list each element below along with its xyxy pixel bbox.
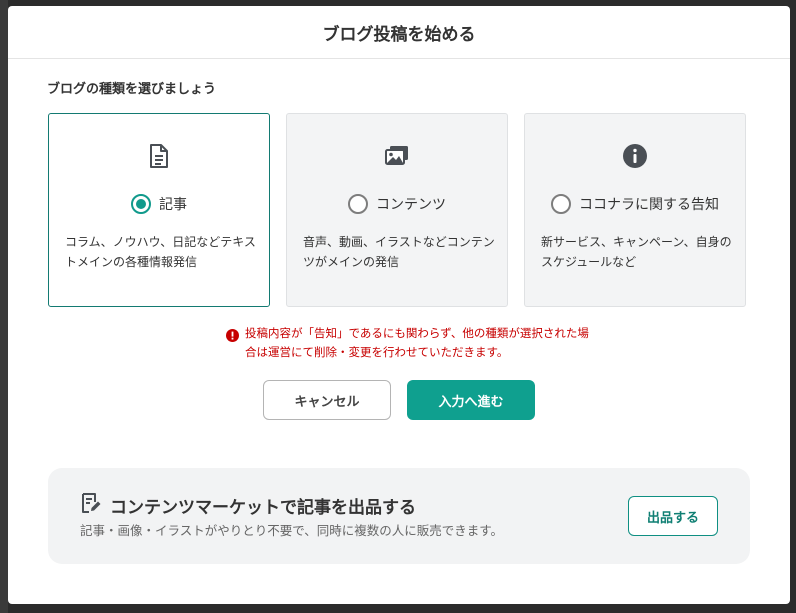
radio-row-content: コンテンツ — [287, 194, 507, 214]
edit-document-icon — [80, 492, 102, 518]
blog-type-card-article[interactable]: 記事 コラム、ノウハウ、日記などテキストメインの各種情報発信 — [48, 113, 270, 307]
proceed-to-input-button[interactable]: 入力へ進む — [407, 380, 535, 420]
blog-type-options: 記事 コラム、ノウハウ、日記などテキストメインの各種情報発信 コンテンツ 音声、… — [48, 113, 746, 307]
blog-type-description: 新サービス、キャンペーン、自身のスケジュールなど — [541, 235, 732, 269]
radio-content[interactable] — [348, 194, 368, 214]
blog-type-description: 音声、動画、イラストなどコンテンツがメインの発信 — [303, 235, 495, 269]
radio-row-announcement: ココナラに関する告知 — [525, 194, 745, 214]
promo-subtitle: 記事・画像・イラストがやりとり不要で、同時に複数の人に販売できます。 — [80, 523, 504, 538]
blog-type-label: ココナラに関する告知 — [579, 197, 719, 213]
blog-type-label: コンテンツ — [376, 197, 446, 213]
media-gallery-icon — [287, 144, 507, 166]
document-icon — [49, 144, 269, 168]
promo-title-row: コンテンツマーケットで記事を出品する — [80, 492, 416, 518]
list-for-sale-button[interactable]: 出品する — [628, 496, 718, 536]
modal-title: ブログ投稿を始める — [322, 24, 476, 45]
warning-message: 投稿内容が「告知」であるにも関わらず、他の種類が選択された場合は運営にて削除・変… — [226, 324, 595, 362]
blog-type-description: コラム、ノウハウ、日記などテキストメインの各種情報発信 — [65, 235, 256, 269]
warning-text: 投稿内容が「告知」であるにも関わらず、他の種類が選択された場合は運営にて削除・変… — [245, 326, 589, 359]
modal-actions: キャンセル 入力へ進む — [263, 380, 535, 420]
content-market-promo: コンテンツマーケットで記事を出品する 記事・画像・イラストがやりとり不要で、同時… — [48, 468, 750, 564]
blog-type-card-announcement[interactable]: ココナラに関する告知 新サービス、キャンペーン、自身のスケジュールなど — [524, 113, 746, 307]
alert-icon — [226, 327, 239, 362]
radio-row-article: 記事 — [49, 194, 269, 214]
radio-announcement[interactable] — [551, 194, 571, 214]
info-icon — [525, 144, 745, 168]
page-backdrop — [0, 0, 8, 613]
blog-type-label: 記事 — [159, 197, 187, 213]
blog-post-modal: ブログ投稿を始める ブログの種類を選びましょう 記事 コラム、ノウハウ、日記など… — [8, 6, 790, 604]
modal-header: ブログ投稿を始める — [8, 6, 790, 59]
blog-type-card-content[interactable]: コンテンツ 音声、動画、イラストなどコンテンツがメインの発信 — [286, 113, 508, 307]
radio-article[interactable] — [131, 194, 151, 214]
cancel-button[interactable]: キャンセル — [263, 380, 391, 420]
section-label: ブログの種類を選びましょう — [47, 82, 217, 97]
promo-title: コンテンツマーケットで記事を出品する — [110, 497, 416, 518]
